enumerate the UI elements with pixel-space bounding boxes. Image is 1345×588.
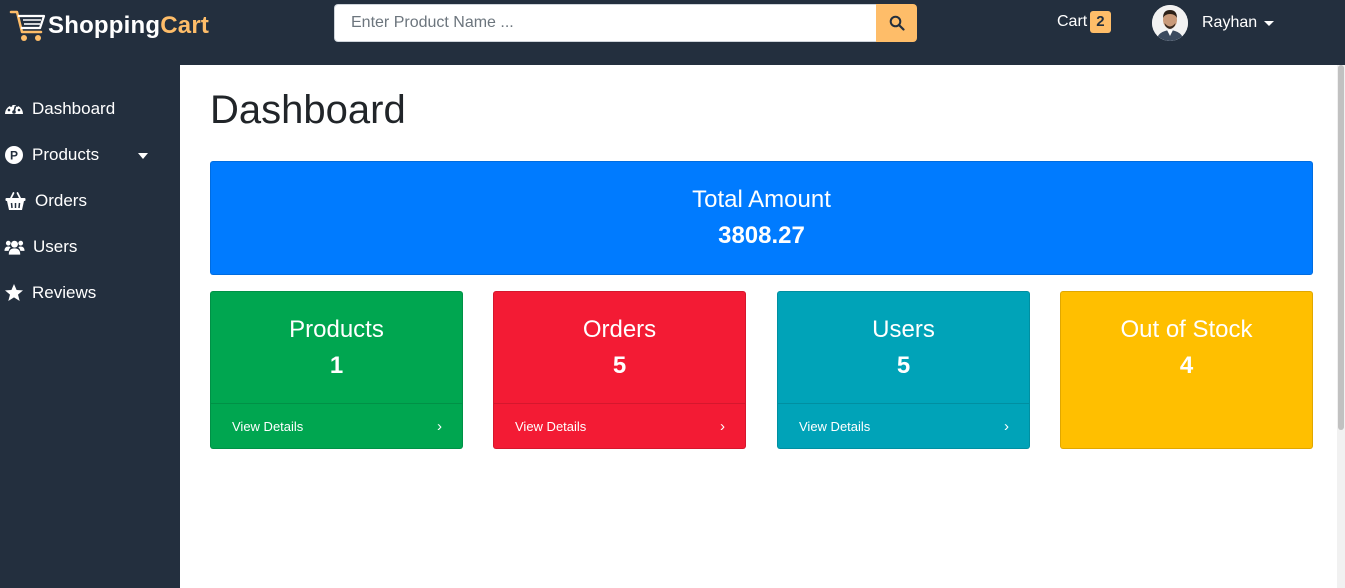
logo-text-cart: Cart — [160, 12, 210, 39]
tachometer-icon — [5, 104, 23, 114]
scrollbar-thumb[interactable] — [1338, 65, 1344, 430]
products-card-label: Products — [289, 316, 384, 343]
avatar — [1152, 5, 1188, 41]
products-view-details-link[interactable]: View Details › — [211, 403, 462, 448]
chevron-down-icon — [1264, 20, 1275, 26]
sidebar-item-orders[interactable]: Orders — [4, 189, 87, 213]
search-icon — [889, 15, 905, 31]
logo-text-shopping: Shopping — [48, 12, 161, 39]
logo[interactable]: ShoppingCart — [8, 8, 209, 44]
total-amount-card: Total Amount 3808.27 — [210, 161, 1313, 275]
view-details-label: View Details — [799, 418, 871, 434]
sidebar-item-label: Reviews — [32, 283, 97, 302]
orders-view-details-link[interactable]: View Details › — [494, 403, 745, 448]
users-card-label: Users — [872, 316, 935, 343]
chevron-right-icon: › — [1004, 417, 1009, 435]
logo-text: ShoppingCart — [48, 12, 209, 40]
users-icon — [4, 240, 25, 255]
users-card: Users 5 View Details › — [777, 291, 1030, 449]
sidebar-item-users[interactable]: Users — [4, 235, 77, 259]
out-of-stock-card: Out of Stock 4 — [1060, 291, 1313, 449]
sidebar-item-label: Dashboard — [32, 99, 116, 118]
total-amount-label: Total Amount — [692, 186, 831, 213]
search-button[interactable] — [876, 4, 917, 42]
sidebar-item-reviews[interactable]: Reviews — [4, 281, 96, 305]
shopping-cart-logo-icon — [9, 10, 46, 41]
sidebar-item-dashboard[interactable]: Dashboard — [4, 97, 115, 121]
users-view-details-link[interactable]: View Details › — [778, 403, 1029, 448]
search-bar — [334, 4, 917, 42]
orders-card-label: Orders — [582, 316, 657, 343]
products-card: Products 1 View Details › — [210, 291, 463, 449]
basket-icon — [5, 192, 26, 210]
sidebar-item-label: Orders — [35, 191, 87, 210]
out-of-stock-card-label: Out of Stock — [1120, 316, 1253, 343]
chevron-right-icon: › — [437, 417, 442, 435]
cart-link[interactable]: Cart 2 — [1057, 11, 1111, 33]
scrollbar[interactable] — [1337, 65, 1345, 588]
top-navbar: ShoppingCart Cart 2 Rayhan — [0, 0, 1345, 65]
cart-label: Cart — [1057, 13, 1088, 30]
user-avatar-icon — [1152, 5, 1188, 41]
orders-card: Orders 5 View Details › — [493, 291, 746, 449]
sidebar-item-label: Users — [33, 237, 78, 256]
cart-count-badge: 2 — [1090, 11, 1111, 33]
user-name: Rayhan — [1202, 14, 1258, 31]
view-details-label: View Details — [515, 418, 587, 434]
total-amount-value: 3808.27 — [718, 222, 805, 249]
user-menu[interactable]: Rayhan — [1152, 5, 1275, 41]
chevron-down-icon — [138, 153, 148, 159]
sidebar-item-label: Products — [32, 145, 100, 164]
product-p-icon: P — [5, 146, 23, 164]
view-details-label: View Details — [232, 418, 304, 434]
chevron-right-icon: › — [720, 417, 725, 435]
out-of-stock-card-value: 4 — [1179, 352, 1194, 379]
sidebar-item-products[interactable]: P Products — [4, 143, 154, 167]
users-card-value: 5 — [896, 352, 911, 379]
svg-text:P: P — [10, 149, 18, 163]
star-icon — [5, 284, 23, 301]
orders-card-value: 5 — [612, 352, 627, 379]
page-title: Dashboard — [210, 88, 406, 132]
products-card-value: 1 — [329, 352, 344, 379]
sidebar: Dashboard P Products Orders Users Review… — [0, 65, 180, 588]
search-input[interactable] — [334, 4, 876, 42]
